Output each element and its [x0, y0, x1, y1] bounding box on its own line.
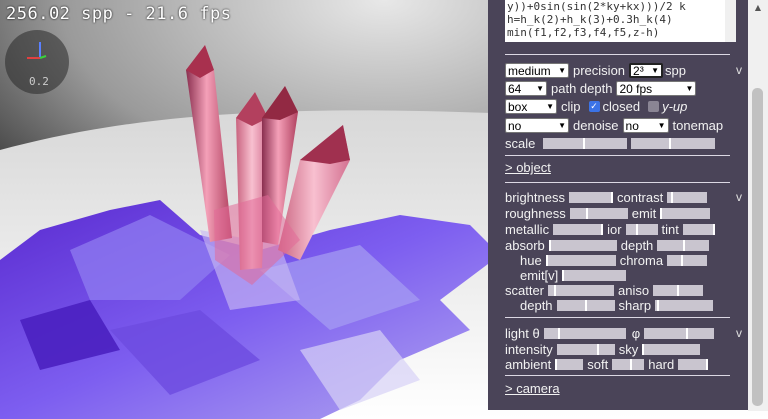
ior-slider[interactable] [625, 224, 658, 235]
tonemap-select[interactable]: no ▼ [622, 118, 669, 133]
light-phi-label: φ [631, 326, 641, 341]
divider [505, 54, 730, 55]
divider [505, 155, 730, 156]
sharp-slider[interactable] [655, 300, 714, 311]
hue-slider[interactable] [545, 255, 616, 266]
emit-label: emit [631, 206, 657, 221]
light-theta-slider[interactable] [543, 328, 626, 339]
emit-v-slider[interactable] [562, 270, 627, 281]
path-depth-label: path depth [551, 81, 613, 96]
roughness-slider[interactable] [569, 208, 628, 219]
fps-select[interactable]: 20 fps ▼ [616, 81, 697, 96]
sky-label: sky [618, 342, 639, 357]
intensity-label: intensity [505, 342, 553, 357]
hard-label: hard [648, 357, 675, 372]
tint-label: tint [661, 222, 679, 237]
fps-readout: 256.02 spp - 21.6 fps [6, 4, 232, 24]
sharp-label: sharp [618, 298, 652, 313]
contrast-label: contrast [616, 190, 664, 205]
scatter-depth-label: depth [520, 298, 553, 313]
contrast-slider[interactable] [667, 192, 708, 203]
metallic-slider[interactable] [553, 224, 604, 235]
emit-slider[interactable] [660, 208, 711, 219]
divider [505, 375, 730, 376]
brightness-label: brightness [505, 190, 565, 205]
soft-label: soft [587, 357, 609, 372]
divider [505, 182, 730, 183]
aniso-slider[interactable] [653, 285, 704, 296]
code-line: h=h_k(2)+h_k(3)+0.3h_k(4) [507, 13, 673, 26]
tint-slider[interactable] [682, 224, 715, 235]
brightness-slider[interactable] [568, 192, 613, 203]
camera-section-link[interactable]: > camera [505, 381, 560, 396]
denoise-select[interactable]: no ▼ [505, 118, 569, 133]
tonemap-label: tonemap [672, 118, 724, 133]
roughness-label: roughness [505, 206, 566, 221]
clip-select[interactable]: box ▼ [505, 99, 557, 114]
denoise-label: denoise [573, 118, 619, 133]
code-line: y))+0sin(sin(2*ky+kx)))/2 k [507, 0, 686, 13]
object-section-link[interactable]: > object [505, 160, 551, 175]
panel-scrollbar[interactable]: ▲ [748, 0, 768, 411]
emit-v-label: emit[v] [520, 268, 559, 283]
absorb-slider[interactable] [548, 240, 617, 251]
soft-slider[interactable] [612, 359, 645, 370]
divider [505, 317, 730, 318]
material-collapse-toggle[interactable]: v [736, 190, 742, 204]
scatter-depth-slider[interactable] [556, 300, 615, 311]
ambient-slider[interactable] [555, 359, 584, 370]
scale-slider-b[interactable] [631, 138, 716, 149]
spp-label: spp [665, 63, 686, 78]
hard-slider[interactable] [678, 359, 709, 370]
scroll-up-arrow-icon[interactable]: ▲ [748, 0, 768, 16]
render-collapse-toggle[interactable]: v [736, 63, 742, 77]
aniso-label: aniso [618, 283, 650, 298]
ambient-label: ambient [505, 357, 552, 372]
scale-label: scale [505, 136, 536, 151]
sdf-code-editor[interactable]: y))+0sin(sin(2*ky+kx)))/2 k h=h_k(2)+h_k(… [505, 0, 725, 42]
yup-checkbox[interactable] [648, 101, 660, 112]
scale-slider-a[interactable] [543, 138, 628, 149]
sky-slider[interactable] [642, 344, 701, 355]
intensity-slider[interactable] [556, 344, 615, 355]
yup-label: y-up [662, 99, 688, 114]
chroma-label: chroma [619, 253, 664, 268]
ior-label: ior [607, 222, 622, 237]
depth-label: depth [620, 238, 654, 253]
path-depth-select[interactable]: 64 ▼ [505, 81, 547, 96]
metallic-label: metallic [505, 222, 550, 237]
depth-slider[interactable] [657, 240, 710, 251]
light-phi-slider[interactable] [644, 328, 715, 339]
spp-select[interactable]: 2³ ▼ [629, 63, 664, 78]
code-line: min(f1,f2,f3,f4,f5,z-h) [507, 26, 660, 39]
code-editor-scrollbar[interactable] [725, 0, 736, 42]
scrollbar-thumb[interactable] [752, 88, 763, 406]
settings-panel: y))+0sin(sin(2*ky+kx)))/2 k h=h_k(2)+h_k(… [488, 0, 758, 410]
axis-scale-value: 0.2 [29, 75, 49, 88]
closed-checkbox[interactable]: ✓ [588, 101, 600, 112]
absorb-label: absorb [505, 238, 545, 253]
closed-label: closed [602, 99, 641, 114]
hue-label: hue [520, 253, 542, 268]
scatter-label: scatter [505, 283, 545, 298]
precision-label: precision [573, 63, 626, 78]
precision-select[interactable]: medium ▼ [505, 63, 569, 78]
chroma-slider[interactable] [667, 255, 708, 266]
clip-label: clip [561, 99, 581, 114]
light-theta-label: light θ [505, 326, 540, 341]
scatter-slider[interactable] [548, 285, 615, 296]
light-collapse-toggle[interactable]: v [736, 326, 742, 340]
